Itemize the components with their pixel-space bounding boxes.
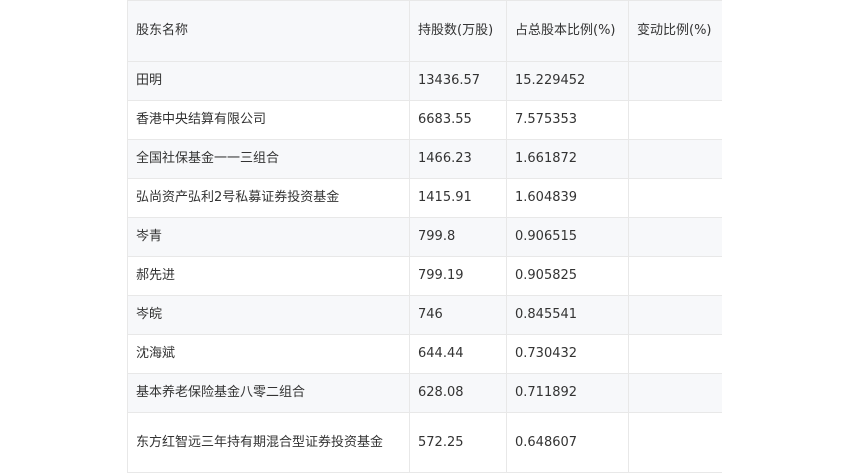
table-row: 东方红智远三年持有期混合型证券投资基金 572.25 0.648607 bbox=[127, 412, 722, 473]
table-row: 岑皖 746 0.845541 bbox=[127, 295, 722, 335]
cell-change-ratio bbox=[628, 373, 722, 413]
table-row: 基本养老保险基金八零二组合 628.08 0.711892 bbox=[127, 373, 722, 413]
cell-shareholder-name: 岑皖 bbox=[127, 295, 410, 335]
cell-share-ratio: 0.648607 bbox=[506, 412, 629, 473]
cell-shareholder-name: 东方红智远三年持有期混合型证券投资基金 bbox=[127, 412, 410, 473]
table-row: 香港中央结算有限公司 6683.55 7.575353 bbox=[127, 100, 722, 140]
cell-change-ratio bbox=[628, 334, 722, 374]
cell-change-ratio bbox=[628, 412, 722, 473]
header-share-ratio: 占总股本比例(%) bbox=[506, 0, 629, 62]
header-shareholder-name: 股东名称 bbox=[127, 0, 410, 62]
cell-share-ratio: 7.575353 bbox=[506, 100, 629, 140]
cell-shareholder-name: 全国社保基金一一三组合 bbox=[127, 139, 410, 179]
cell-shares-held: 1466.23 bbox=[409, 139, 507, 179]
cell-shareholder-name: 香港中央结算有限公司 bbox=[127, 100, 410, 140]
header-shares-held: 持股数(万股) bbox=[409, 0, 507, 62]
cell-shareholder-name: 基本养老保险基金八零二组合 bbox=[127, 373, 410, 413]
cell-shares-held: 628.08 bbox=[409, 373, 507, 413]
cell-shareholder-name: 郝先进 bbox=[127, 256, 410, 296]
cell-shares-held: 1415.91 bbox=[409, 178, 507, 218]
cell-shares-held: 746 bbox=[409, 295, 507, 335]
cell-change-ratio bbox=[628, 295, 722, 335]
cell-shares-held: 572.25 bbox=[409, 412, 507, 473]
cell-shares-held: 644.44 bbox=[409, 334, 507, 374]
cell-share-ratio: 15.229452 bbox=[506, 61, 629, 101]
cell-share-ratio: 0.711892 bbox=[506, 373, 629, 413]
cell-change-ratio bbox=[628, 61, 722, 101]
cell-shareholder-name: 岑青 bbox=[127, 217, 410, 257]
table-row: 全国社保基金一一三组合 1466.23 1.661872 bbox=[127, 139, 722, 179]
table-row: 沈海斌 644.44 0.730432 bbox=[127, 334, 722, 374]
cell-change-ratio bbox=[628, 139, 722, 179]
cell-change-ratio bbox=[628, 217, 722, 257]
cell-shareholder-name: 沈海斌 bbox=[127, 334, 410, 374]
cell-change-ratio bbox=[628, 256, 722, 296]
cell-share-ratio: 1.661872 bbox=[506, 139, 629, 179]
cell-share-ratio: 0.845541 bbox=[506, 295, 629, 335]
table-row: 弘尚资产弘利2号私募证券投资基金 1415.91 1.604839 bbox=[127, 178, 722, 218]
shareholder-table-container: 股东名称 持股数(万股) 占总股本比例(%) 变动比例(%) 田明 13436.… bbox=[127, 0, 722, 474]
cell-change-ratio bbox=[628, 178, 722, 218]
top-shareholders-table: 股东名称 持股数(万股) 占总股本比例(%) 变动比例(%) 田明 13436.… bbox=[127, 0, 722, 473]
cell-shareholder-name: 田明 bbox=[127, 61, 410, 101]
cell-shares-held: 799.19 bbox=[409, 256, 507, 296]
cell-shares-held: 6683.55 bbox=[409, 100, 507, 140]
table-header-row: 股东名称 持股数(万股) 占总股本比例(%) 变动比例(%) bbox=[127, 0, 722, 62]
cell-share-ratio: 0.906515 bbox=[506, 217, 629, 257]
table-row: 岑青 799.8 0.906515 bbox=[127, 217, 722, 257]
table-row: 郝先进 799.19 0.905825 bbox=[127, 256, 722, 296]
cell-change-ratio bbox=[628, 100, 722, 140]
cell-share-ratio: 1.604839 bbox=[506, 178, 629, 218]
cell-share-ratio: 0.905825 bbox=[506, 256, 629, 296]
cell-share-ratio: 0.730432 bbox=[506, 334, 629, 374]
cell-shares-held: 13436.57 bbox=[409, 61, 507, 101]
cell-shares-held: 799.8 bbox=[409, 217, 507, 257]
header-change-ratio: 变动比例(%) bbox=[628, 0, 722, 62]
table-row: 田明 13436.57 15.229452 bbox=[127, 61, 722, 101]
cell-shareholder-name: 弘尚资产弘利2号私募证券投资基金 bbox=[127, 178, 410, 218]
